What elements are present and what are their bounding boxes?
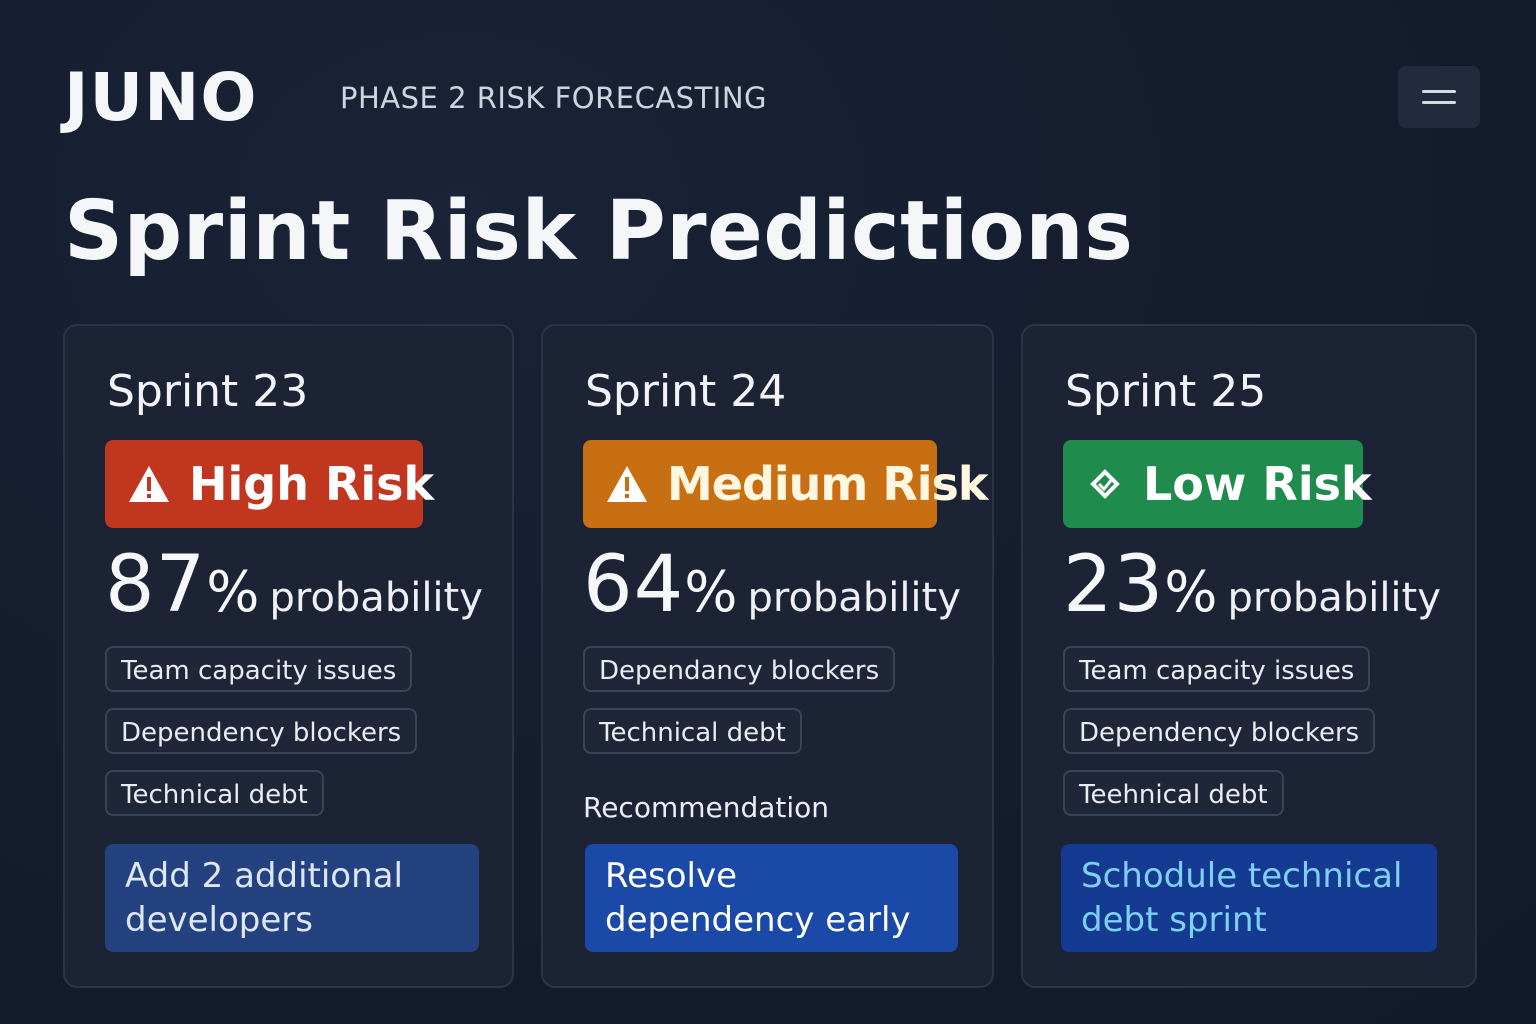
sprint-name: Sprint 25 <box>1065 366 1267 417</box>
warning-triangle-icon <box>127 461 171 507</box>
risk-factors: Team capacity issues Dependency blockers… <box>1063 646 1376 832</box>
risk-factor-tag: Teehnical debt <box>1063 770 1284 816</box>
risk-factor-tag: Dependancy blockers <box>583 646 896 692</box>
risk-factor-tag: Dependency blockers <box>105 708 418 754</box>
risk-factor-tag: Technical debt <box>105 770 324 816</box>
probability: 87% probability <box>105 540 483 651</box>
recommendation-button[interactable]: Add 2 additional developers <box>105 844 479 952</box>
probability-word: probability <box>269 575 483 621</box>
page: JUNO PHASE 2 RISK FORECASTING Sprint Ris… <box>0 0 1536 1024</box>
probability: 23% probability <box>1063 540 1441 651</box>
diamond-check-icon <box>1085 461 1125 507</box>
risk-factors: Team capacity issues Dependency blockers… <box>105 646 418 832</box>
recommendation-label: Recommendation <box>583 791 830 824</box>
probability-unit: % <box>206 560 260 625</box>
risk-factor-tag: Dependency blockers <box>1063 708 1376 754</box>
probability-value: 23 <box>1063 540 1165 630</box>
header-subtitle: PHASE 2 RISK FORECASTING <box>340 81 768 115</box>
risk-factor-tag: Technical debt <box>583 708 802 754</box>
risk-level-label: Medium Risk <box>667 457 989 511</box>
probability-unit: % <box>684 560 738 625</box>
risk-badge-low: Low Risk <box>1063 440 1372 528</box>
sprint-card-25: Sprint 25 Low Risk 23% probability Team c… <box>1021 324 1477 988</box>
menu-button[interactable] <box>1398 66 1480 128</box>
probability-value: 87 <box>105 540 207 630</box>
risk-factors: Dependancy blockers Technical debt <box>583 646 896 770</box>
risk-level-label: High Risk <box>189 457 435 511</box>
probability-word: probability <box>747 575 961 621</box>
risk-badge-high: High Risk <box>105 440 434 528</box>
brand-logo: JUNO <box>64 59 258 136</box>
probability-value: 64 <box>583 540 685 630</box>
sprint-name: Sprint 24 <box>585 366 787 417</box>
probability-unit: % <box>1164 560 1218 625</box>
probability-word: probability <box>1227 575 1441 621</box>
risk-level-label: Low Risk <box>1143 457 1372 511</box>
sprint-name: Sprint 23 <box>107 366 309 417</box>
risk-factor-tag: Team capacity issues <box>1063 646 1371 692</box>
probability: 64% probability <box>583 540 961 651</box>
sprint-card-24: Sprint 24 Medium Risk 64% probability Dep… <box>541 324 994 988</box>
warning-triangle-icon <box>605 461 649 507</box>
recommendation-button[interactable]: Schodule technical debt sprint <box>1061 844 1437 952</box>
risk-factor-tag: Team capacity issues <box>105 646 413 692</box>
sprint-card-23: Sprint 23 High Risk 87% probability Team … <box>63 324 514 988</box>
recommendation-button[interactable]: Resolve dependency early <box>585 844 958 952</box>
risk-badge-medium: Medium Risk <box>583 440 989 528</box>
page-title: Sprint Risk Predictions <box>64 184 1134 279</box>
